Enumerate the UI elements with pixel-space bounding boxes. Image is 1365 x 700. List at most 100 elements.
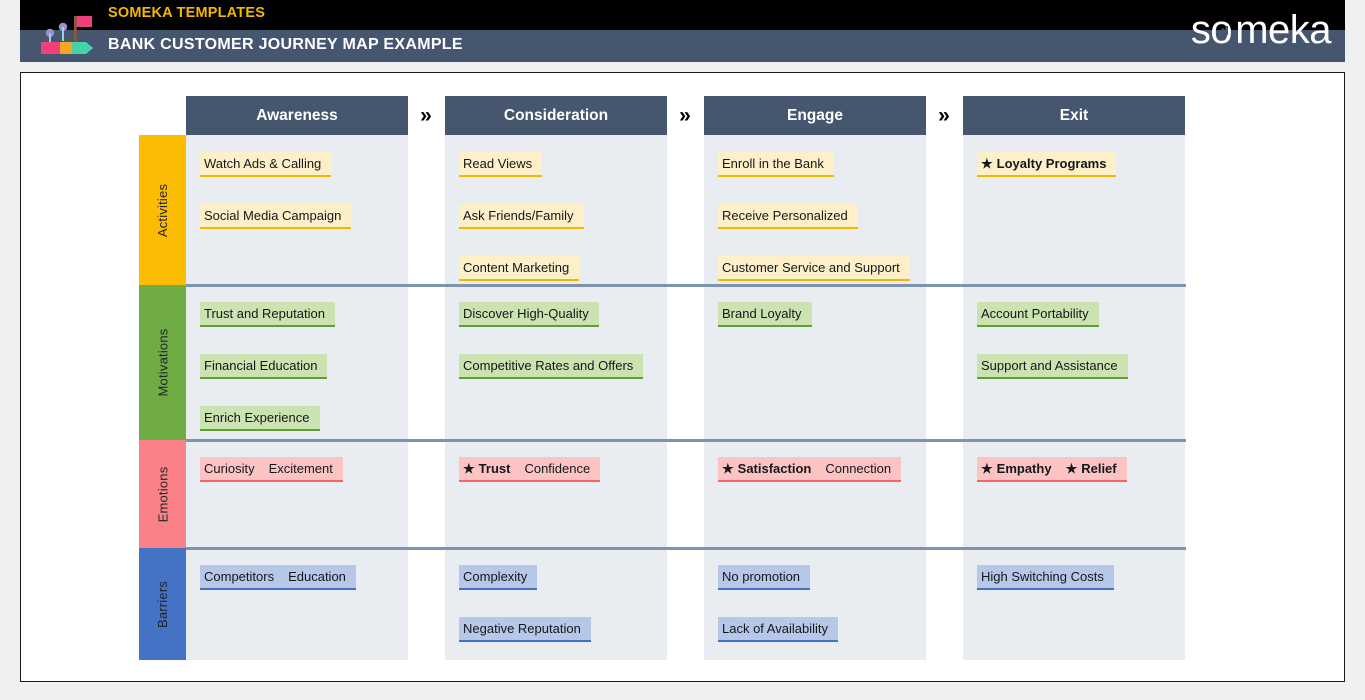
journey-row-emotions: Emotions Curiosity Excitement ★ Trust Confide… bbox=[139, 440, 1186, 548]
journey-row-barriers: Barriers Competitors Education Complexity Ne… bbox=[139, 548, 1186, 660]
journey-card[interactable]: Watch Ads & Calling bbox=[200, 152, 332, 177]
journey-card[interactable]: Read Views bbox=[459, 152, 543, 177]
journey-card-label: Discover High-Quality bbox=[463, 306, 589, 321]
journey-card-label: Excitement bbox=[268, 461, 333, 476]
row-label-emotions: Emotions bbox=[139, 440, 186, 548]
journey-card[interactable]: Receive Personalized bbox=[718, 204, 858, 229]
journey-card[interactable]: ★ Trust bbox=[459, 457, 521, 482]
cell-activities-engage: Enroll in the Bank Receive Personalized Cu… bbox=[704, 135, 926, 285]
journey-card[interactable]: High Switching Costs bbox=[977, 565, 1114, 590]
journey-card[interactable]: Ask Friends/Family bbox=[459, 204, 584, 229]
star-icon: ★ bbox=[1065, 461, 1078, 476]
page-title: BANK CUSTOMER JOURNEY MAP EXAMPLE bbox=[108, 36, 463, 53]
row-label-text: Activities bbox=[155, 183, 171, 237]
journey-row-activities: Activities Watch Ads & Calling Social Medi… bbox=[139, 135, 1186, 285]
stage-arrow-icon-1: » bbox=[416, 96, 436, 135]
document-sheet: Awareness» Consideration» Engage» Exit Acti… bbox=[20, 72, 1345, 682]
cell-emotions-consideration: ★ Trust Confidence bbox=[445, 440, 667, 548]
journey-card-label: Complexity bbox=[463, 569, 528, 584]
journey-card-label: Education bbox=[288, 569, 346, 584]
journey-card-label: Watch Ads & Calling bbox=[204, 156, 322, 171]
journey-card[interactable]: Competitive Rates and Offers bbox=[459, 354, 644, 379]
journey-card[interactable]: ★ Loyalty Programs bbox=[977, 152, 1117, 177]
journey-card[interactable]: Education bbox=[284, 565, 356, 590]
journey-card[interactable]: Discover High-Quality bbox=[459, 302, 599, 327]
journey-card[interactable]: Lack of Availability bbox=[718, 617, 838, 642]
journey-card[interactable]: Negative Reputation bbox=[459, 617, 591, 642]
journey-card-label: High Switching Costs bbox=[981, 569, 1104, 584]
stage-header-consideration[interactable]: Consideration bbox=[445, 96, 667, 135]
journey-card[interactable]: Confidence bbox=[520, 457, 601, 482]
journey-card[interactable]: Complexity bbox=[459, 565, 538, 590]
journey-card[interactable]: Financial Education bbox=[200, 354, 328, 379]
journey-card-label: Enrich Experience bbox=[204, 410, 310, 425]
journey-card[interactable]: ★ Satisfaction bbox=[718, 457, 822, 482]
journey-card-label: Relief bbox=[1081, 461, 1117, 476]
journey-card-label: Financial Education bbox=[204, 358, 318, 373]
star-icon: ★ bbox=[981, 461, 993, 476]
journey-card[interactable]: Support and Assistance bbox=[977, 354, 1128, 379]
journey-card[interactable]: Content Marketing bbox=[459, 256, 580, 281]
journey-card-label: Loyalty Programs bbox=[996, 156, 1107, 171]
cell-motivations-exit: Account Portability Support and Assistanc… bbox=[963, 285, 1185, 440]
journey-card-label: Trust bbox=[478, 461, 511, 476]
cell-emotions-engage: ★ Satisfaction Connection bbox=[704, 440, 926, 548]
journey-card[interactable]: Trust and Reputation bbox=[200, 302, 335, 327]
logo-text-end: meka bbox=[1235, 8, 1331, 52]
journey-card[interactable]: No promotion bbox=[718, 565, 811, 590]
journey-card-label: Content Marketing bbox=[463, 260, 570, 275]
cell-barriers-awareness: Competitors Education bbox=[186, 548, 408, 660]
stage-header-row: Awareness» Consideration» Engage» Exit bbox=[186, 96, 1186, 135]
stage-header-engage[interactable]: Engage bbox=[704, 96, 926, 135]
row-divider bbox=[186, 284, 1186, 287]
journey-card[interactable]: Curiosity bbox=[200, 457, 265, 482]
cell-activities-awareness: Watch Ads & Calling Social Media Campaign bbox=[186, 135, 408, 285]
journey-card-label: Ask Friends/Family bbox=[463, 208, 574, 223]
journey-card-label: Lack of Availability bbox=[722, 621, 828, 636]
journey-card-label: Enroll in the Bank bbox=[722, 156, 824, 171]
journey-card[interactable]: Social Media Campaign bbox=[200, 204, 352, 229]
journey-card[interactable]: Customer Service and Support bbox=[718, 256, 910, 281]
journey-card-label: No promotion bbox=[722, 569, 801, 584]
row-cells: Curiosity Excitement ★ Trust Confidence ★ Sati… bbox=[186, 440, 1186, 548]
journey-card[interactable]: ★ Relief bbox=[1061, 457, 1127, 482]
journey-card-label: Satisfaction bbox=[737, 461, 812, 476]
cell-motivations-engage: Brand Loyalty bbox=[704, 285, 926, 440]
page-header: SOMEKA TEMPLATES BANK CUSTOMER JOURNEY M… bbox=[20, 0, 1345, 62]
journey-card-label: Curiosity bbox=[204, 461, 255, 476]
cell-activities-consideration: Read Views Ask Friends/Family Content Mark… bbox=[445, 135, 667, 285]
row-label-activities: Activities bbox=[139, 135, 186, 285]
journey-card[interactable]: Connection bbox=[821, 457, 902, 482]
row-label-motivations: Motivations bbox=[139, 285, 186, 440]
row-label-barriers: Barriers bbox=[139, 548, 186, 660]
someka-flag-logo-icon bbox=[38, 14, 104, 58]
star-icon: ★ bbox=[463, 461, 475, 476]
cell-motivations-awareness: Trust and Reputation Financial Education E… bbox=[186, 285, 408, 440]
stage-header-exit[interactable]: Exit bbox=[963, 96, 1185, 135]
stage-header-awareness[interactable]: Awareness bbox=[186, 96, 408, 135]
journey-card[interactable]: ★ Empathy bbox=[977, 457, 1062, 482]
journey-card-label: Account Portability bbox=[981, 306, 1089, 321]
journey-card[interactable]: Enroll in the Bank bbox=[718, 152, 834, 177]
journey-card[interactable]: Account Portability bbox=[977, 302, 1099, 327]
journey-card-label: Customer Service and Support bbox=[722, 260, 900, 275]
someka-wordmark-logo: s o meka bbox=[1190, 8, 1332, 52]
journey-card[interactable]: Enrich Experience bbox=[200, 406, 320, 431]
star-icon: ★ bbox=[981, 156, 993, 171]
stage-arrow-icon-2: » bbox=[675, 96, 695, 135]
row-cells: Trust and Reputation Financial Education E… bbox=[186, 285, 1186, 440]
journey-card-label: Connection bbox=[825, 461, 892, 476]
row-divider bbox=[186, 439, 1186, 442]
journey-card-label: Empathy bbox=[996, 461, 1052, 476]
row-cells: Competitors Education Complexity Negative R… bbox=[186, 548, 1186, 660]
journey-card[interactable]: Brand Loyalty bbox=[718, 302, 812, 327]
journey-card-label: Receive Personalized bbox=[722, 208, 848, 223]
journey-card-label: Brand Loyalty bbox=[722, 306, 802, 321]
logo-text-start: s bbox=[1190, 8, 1211, 52]
journey-card[interactable]: Competitors bbox=[200, 565, 285, 590]
star-icon: ★ bbox=[722, 461, 734, 476]
journey-card-label: Social Media Campaign bbox=[204, 208, 342, 223]
journey-card[interactable]: Excitement bbox=[264, 457, 343, 482]
journey-card-label: Trust and Reputation bbox=[204, 306, 325, 321]
row-cells: Watch Ads & Calling Social Media Campaign… bbox=[186, 135, 1186, 285]
